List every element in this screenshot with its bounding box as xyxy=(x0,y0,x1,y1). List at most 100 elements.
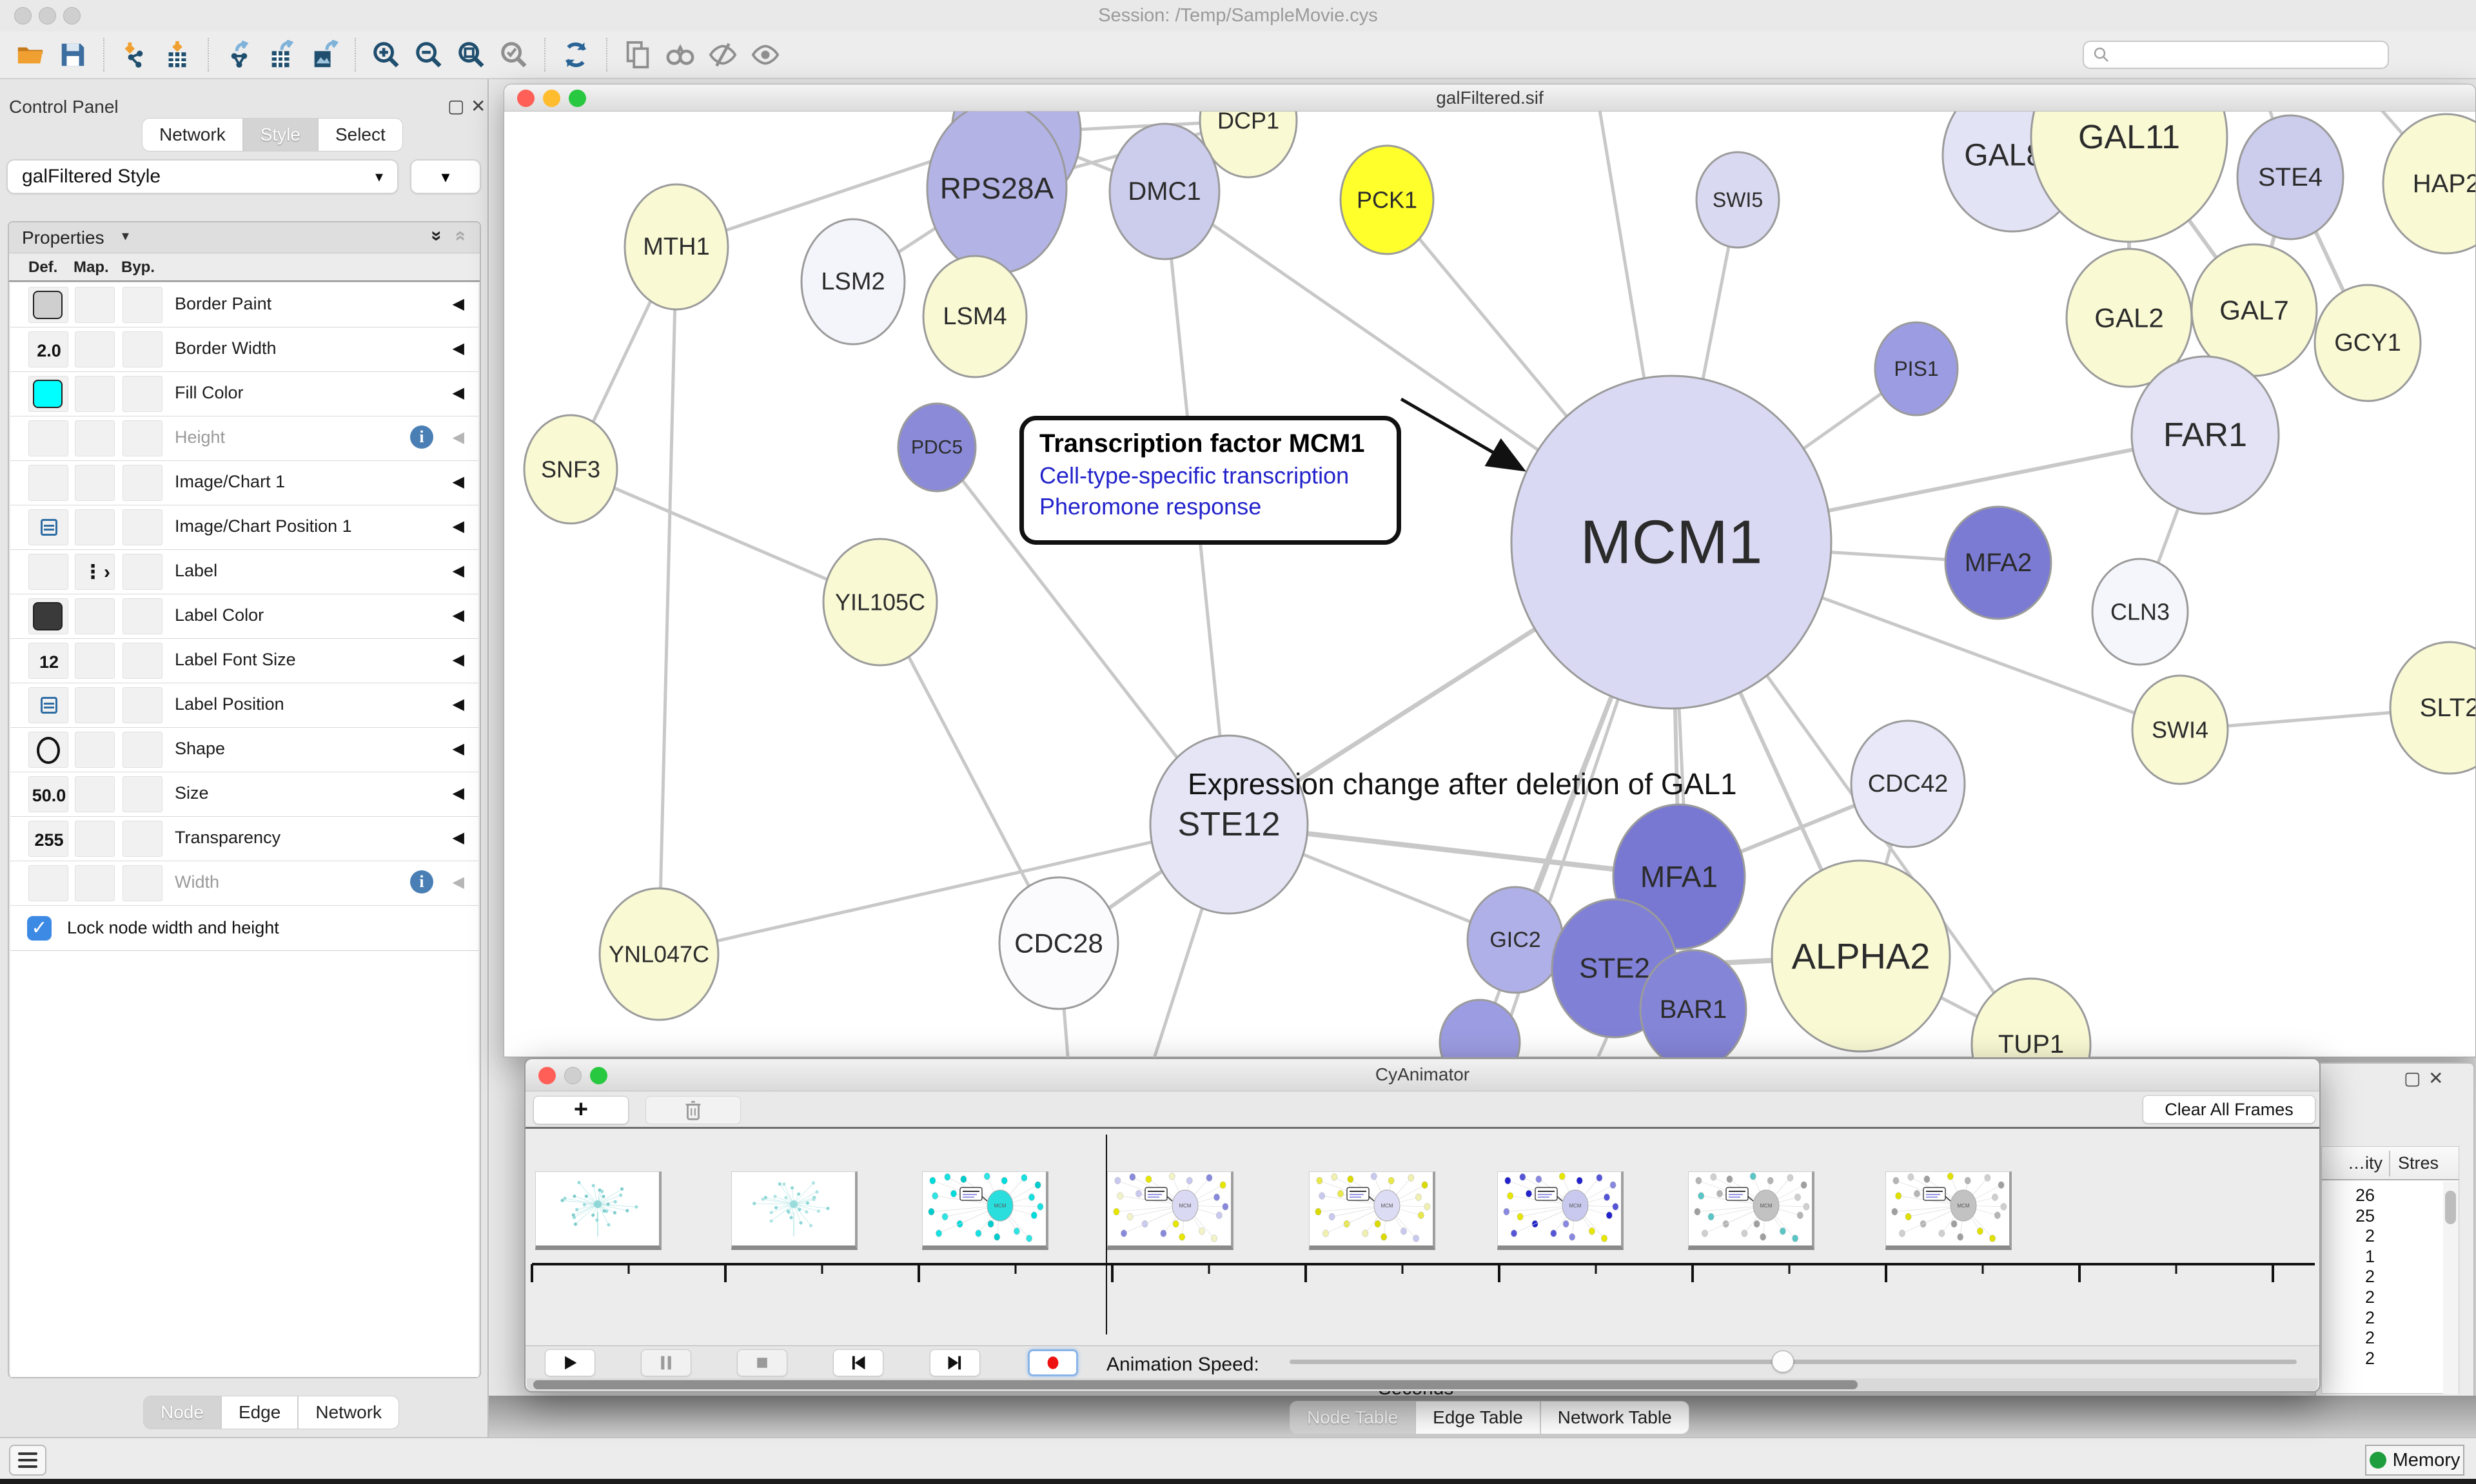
bypass-cell[interactable] xyxy=(123,598,162,634)
mapping-cell[interactable] xyxy=(75,465,115,501)
table-scrollbar[interactable] xyxy=(2443,1182,2459,1394)
node-cdc42[interactable]: CDC42 xyxy=(1851,721,1965,847)
tab-edge[interactable]: Edge xyxy=(221,1396,298,1429)
node-rps28a[interactable]: RPS28A xyxy=(927,112,1066,273)
collapse-arrow-icon[interactable]: ◀ xyxy=(453,784,464,803)
node-yil105c[interactable]: YIL105C xyxy=(823,539,937,665)
open-session-button[interactable] xyxy=(12,37,48,73)
show-details-button[interactable] xyxy=(747,37,783,73)
default-cell[interactable]: 50.0 xyxy=(28,776,68,812)
column-stress[interactable]: Stres xyxy=(2398,1153,2439,1173)
property-row-border-paint[interactable]: Border Paint◀ xyxy=(10,283,478,327)
property-row-width[interactable]: Widthi◀ xyxy=(10,861,478,906)
table-cell[interactable]: 2 xyxy=(2323,1328,2375,1348)
style-dropdown[interactable]: galFiltered Style ▾ xyxy=(6,159,398,194)
play-button[interactable] xyxy=(545,1349,595,1376)
mapping-cell[interactable] xyxy=(75,420,115,456)
node-swi5[interactable]: SWI5 xyxy=(1696,152,1779,248)
node-mfa2[interactable]: MFA2 xyxy=(1945,507,2051,619)
node-snf3[interactable]: SNF3 xyxy=(524,415,617,523)
collapse-arrow-icon[interactable]: ◀ xyxy=(453,606,464,625)
edge-MTH1-YNL047C[interactable] xyxy=(659,247,676,954)
default-cell[interactable] xyxy=(28,865,68,901)
node-pdc5[interactable]: PDC5 xyxy=(898,404,976,491)
mapping-cell[interactable] xyxy=(75,509,115,545)
tab-select[interactable]: Select xyxy=(318,118,403,151)
property-row-label[interactable]: ⋮›Label◀ xyxy=(10,550,478,594)
node-bar1[interactable]: BAR1 xyxy=(1640,950,1746,1057)
tab-network[interactable]: Network xyxy=(142,118,243,151)
expand-all-icon[interactable]: » xyxy=(426,231,447,242)
scrollbar-thumb[interactable] xyxy=(533,1380,1858,1389)
record-button[interactable] xyxy=(1028,1349,1078,1376)
cyanimator-titlebar[interactable]: CyAnimator xyxy=(526,1059,2319,1091)
collapse-arrow-icon[interactable]: ◀ xyxy=(453,695,464,714)
collapse-arrow-icon[interactable]: ◀ xyxy=(453,473,464,491)
zoom-in-button[interactable] xyxy=(368,37,404,73)
add-frame-button[interactable]: + xyxy=(533,1096,629,1124)
skip-to-start-button[interactable] xyxy=(833,1349,883,1376)
property-row-label-font-size[interactable]: 12Label Font Size◀ xyxy=(10,639,478,683)
clear-all-frames-button[interactable]: Clear All Frames xyxy=(2143,1095,2315,1124)
tab-network-table[interactable]: Network Table xyxy=(1540,1401,1689,1434)
default-cell[interactable]: 12 xyxy=(28,643,68,679)
node-ste12[interactable]: STE12 xyxy=(1150,736,1308,913)
default-cell[interactable] xyxy=(28,509,68,545)
node-ynl047c[interactable]: YNL047C xyxy=(600,888,718,1020)
properties-header[interactable]: Properties ▾ » » xyxy=(9,222,480,253)
pause-button[interactable] xyxy=(641,1349,691,1376)
property-row-height[interactable]: Heighti◀ xyxy=(10,416,478,461)
collapse-arrow-icon[interactable]: ◀ xyxy=(453,384,464,402)
default-cell[interactable] xyxy=(28,465,68,501)
bypass-cell[interactable] xyxy=(123,287,162,323)
default-cell[interactable]: 255 xyxy=(28,821,68,857)
export-image-button[interactable] xyxy=(306,37,342,73)
mapping-cell[interactable] xyxy=(75,865,115,901)
collapse-arrow-icon[interactable]: ◀ xyxy=(453,650,464,669)
search-input[interactable] xyxy=(2111,45,2369,65)
collapse-arrow-icon[interactable]: ◀ xyxy=(453,428,464,447)
column-centrality[interactable]: …ity xyxy=(2348,1153,2383,1173)
property-row-fill-color[interactable]: Fill Color◀ xyxy=(10,372,478,416)
memory-button[interactable]: Memory xyxy=(2365,1445,2464,1476)
default-cell[interactable] xyxy=(28,598,68,634)
mapping-cell[interactable] xyxy=(75,643,115,679)
annotation-link[interactable]: Cell-type-specific transcription xyxy=(1039,462,1381,489)
lock-checkbox[interactable]: ✓ xyxy=(27,916,52,941)
bypass-cell[interactable] xyxy=(123,643,162,679)
export-network-button[interactable] xyxy=(221,37,257,73)
cyanimator-timeline[interactable]: MCMMCMMCMMCMMCMMCM 0123456789 Seconds xyxy=(526,1129,2319,1345)
skip-to-end-button[interactable] xyxy=(930,1349,980,1376)
node-pis1[interactable]: PIS1 xyxy=(1875,322,1958,415)
collapse-arrow-icon[interactable]: ◀ xyxy=(453,873,464,892)
table-cell[interactable]: 26 xyxy=(2323,1186,2375,1206)
node-cdc28[interactable]: CDC28 xyxy=(999,877,1118,1009)
copy-button[interactable] xyxy=(620,37,656,73)
bypass-cell[interactable] xyxy=(123,376,162,412)
node-cln3[interactable]: CLN3 xyxy=(2092,559,2188,665)
node-pck1[interactable]: PCK1 xyxy=(1341,146,1433,254)
default-cell[interactable] xyxy=(28,376,68,412)
bypass-cell[interactable] xyxy=(123,821,162,857)
node-ste4[interactable]: STE4 xyxy=(2237,115,2343,239)
node-dmc1[interactable]: DMC1 xyxy=(1110,124,1219,259)
node-gcy1[interactable]: GCY1 xyxy=(2315,285,2421,401)
scrollbar-thumb[interactable] xyxy=(2445,1191,2456,1224)
info-icon[interactable]: i xyxy=(410,870,433,893)
lock-node-size-row[interactable]: ✓Lock node width and height xyxy=(10,906,478,951)
mapping-cell[interactable] xyxy=(75,821,115,857)
mapping-cell[interactable] xyxy=(75,776,115,812)
node-alpha2[interactable]: ALPHA2 xyxy=(1772,861,1950,1051)
table-cell[interactable]: 2 xyxy=(2323,1287,2375,1307)
timeline-playhead[interactable] xyxy=(1106,1135,1107,1334)
default-cell[interactable] xyxy=(28,687,68,723)
node-slt2[interactable]: SLT2 xyxy=(2390,642,2475,774)
mapping-cell[interactable] xyxy=(75,687,115,723)
close-panel-icon[interactable]: ✕ xyxy=(471,95,486,117)
default-cell[interactable] xyxy=(28,287,68,323)
property-row-border-width[interactable]: 2.0Border Width◀ xyxy=(10,327,478,372)
collapse-arrow-icon[interactable]: ◀ xyxy=(453,295,464,313)
node-tup1[interactable]: TUP1 xyxy=(1972,979,2090,1057)
close-panel-icon[interactable]: ✕ xyxy=(2428,1068,2443,1089)
property-row-label-position[interactable]: Label Position◀ xyxy=(10,683,478,728)
